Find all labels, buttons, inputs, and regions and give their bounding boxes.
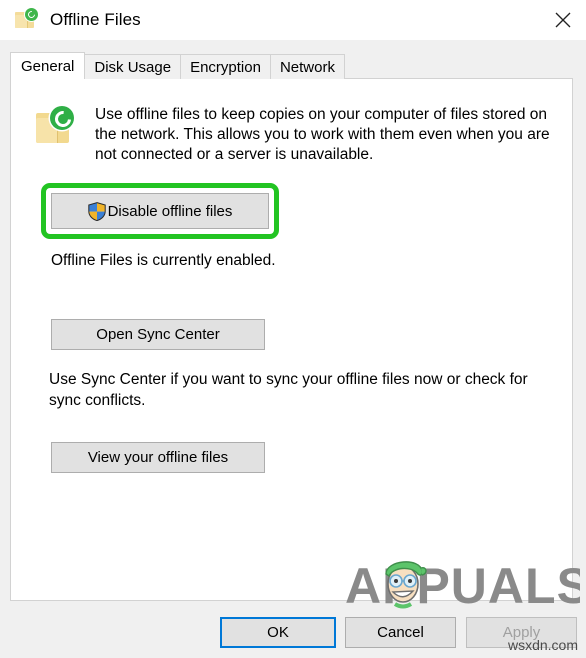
- offline-files-folder-sync-icon: [14, 8, 38, 32]
- tab-encryption-label: Encryption: [190, 58, 261, 76]
- tab-general[interactable]: General: [10, 52, 86, 79]
- offline-files-dialog: Offline Files General Disk Usage Encrypt…: [0, 0, 586, 658]
- view-offline-files-label: View your offline files: [87, 449, 229, 466]
- tab-disk-usage[interactable]: Disk Usage: [84, 54, 182, 79]
- description-row: Use offline files to keep copies on your…: [34, 105, 554, 165]
- open-sync-center-button[interactable]: Open Sync Center: [51, 319, 265, 350]
- window-title: Offline Files: [50, 10, 141, 29]
- offline-files-folder-sync-icon: [34, 105, 76, 147]
- cancel-button[interactable]: Cancel: [345, 617, 456, 648]
- open-sync-center-label: Open Sync Center: [96, 326, 220, 343]
- uac-shield-icon: [87, 201, 106, 221]
- ok-label: OK: [267, 624, 289, 641]
- tab-network-label: Network: [279, 58, 335, 76]
- status-text: Offline Files is currently enabled.: [51, 252, 276, 269]
- general-tab-panel: Use offline files to keep copies on your…: [10, 78, 573, 601]
- apply-button: Apply: [466, 617, 577, 648]
- description-text: Use offline files to keep copies on your…: [95, 106, 550, 163]
- apply-label: Apply: [502, 624, 541, 641]
- tab-disk-usage-label: Disk Usage: [94, 58, 172, 76]
- tab-encryption[interactable]: Encryption: [180, 54, 271, 79]
- view-offline-files-button[interactable]: View your offline files: [51, 442, 265, 473]
- title-bar: Offline Files: [0, 0, 586, 40]
- disable-offline-files-button[interactable]: Disable offline files: [51, 193, 269, 229]
- tab-general-label: General: [21, 57, 75, 75]
- sync-center-description: Use Sync Center if you want to sync your…: [49, 371, 528, 409]
- tab-network[interactable]: Network: [269, 54, 345, 79]
- cancel-label: Cancel: [377, 624, 424, 641]
- ok-button[interactable]: OK: [220, 617, 336, 648]
- disable-offline-files-label: Disable offline files: [107, 202, 233, 220]
- tab-strip: General Disk Usage Encryption Network: [10, 52, 345, 79]
- close-icon[interactable]: [540, 0, 586, 40]
